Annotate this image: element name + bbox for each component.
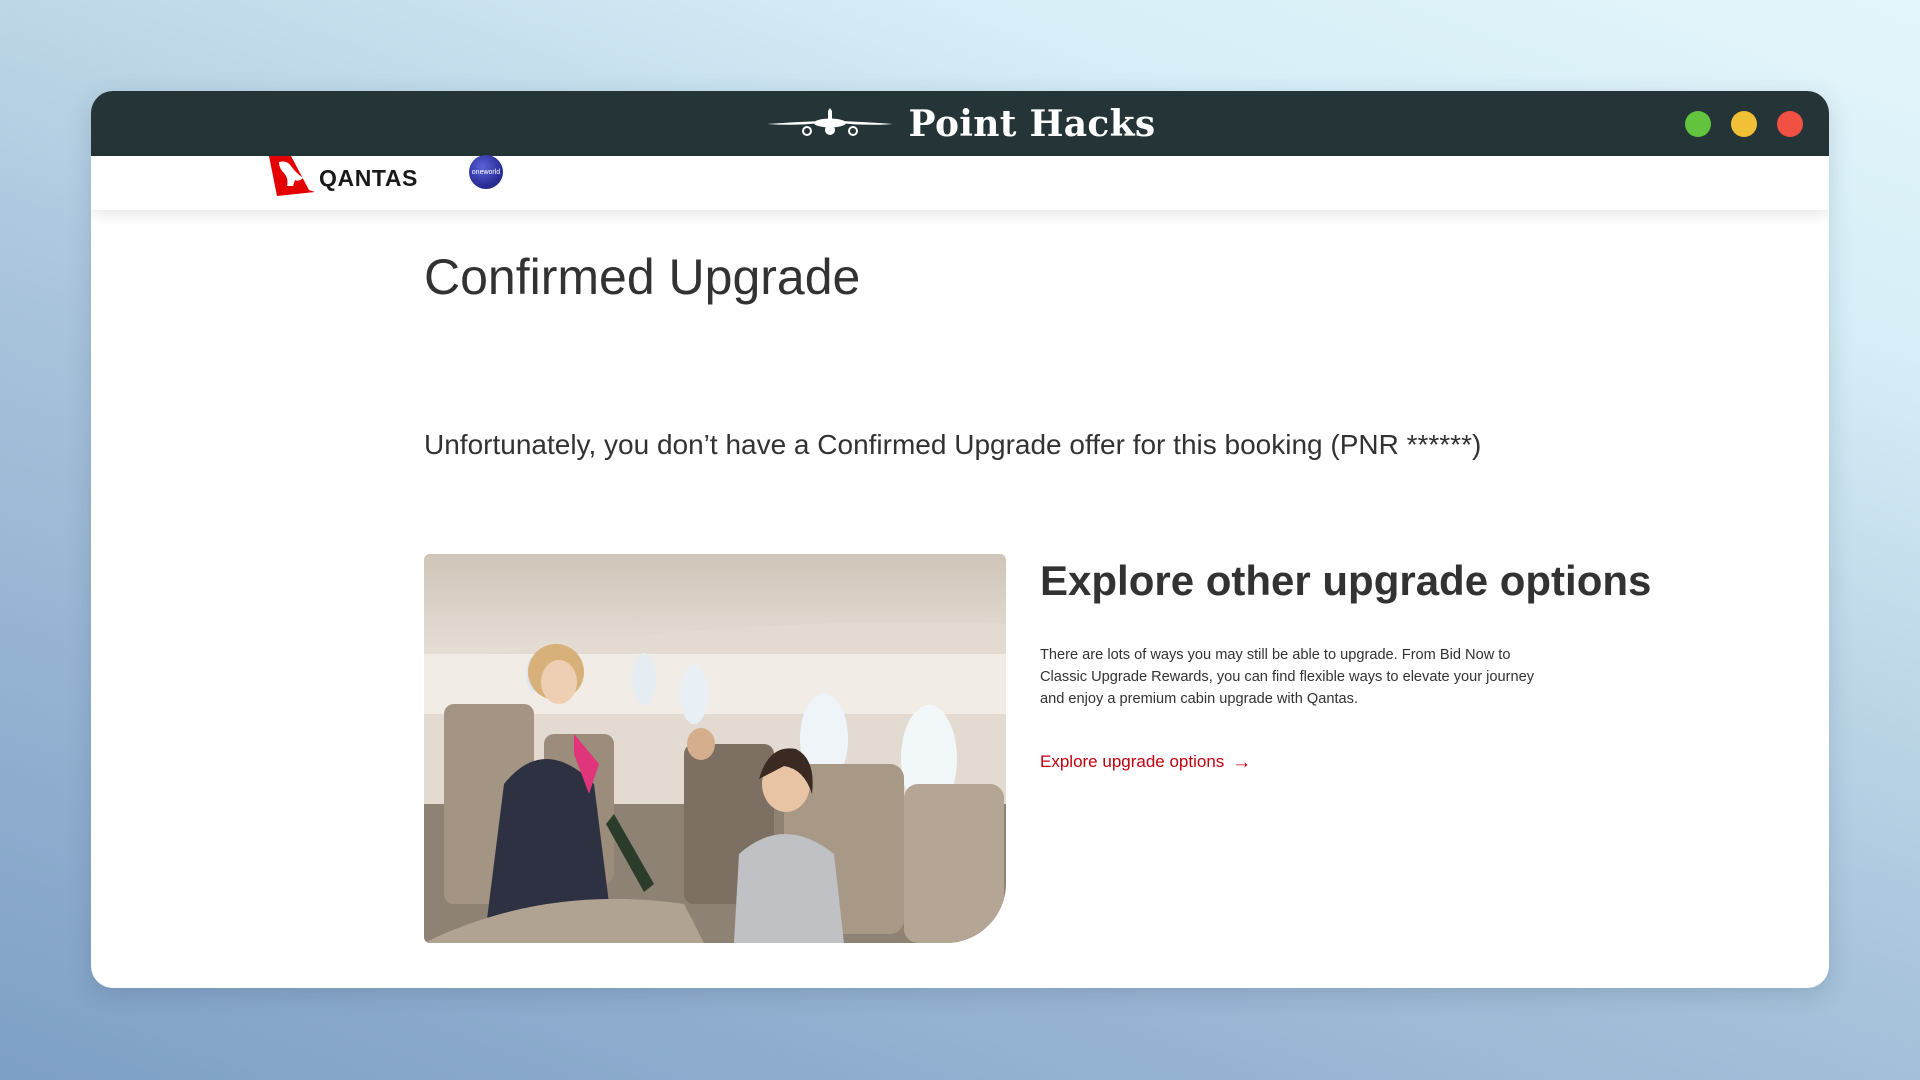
oneworld-badge: oneworld — [469, 155, 503, 189]
upgrade-notice: Unfortunately, you don’t have a Confirme… — [424, 429, 1482, 460]
title-bar: Point Hacks — [91, 91, 1829, 156]
brand-name: Point Hacks — [908, 102, 1156, 145]
site-header: QANTAS oneworld — [91, 155, 1829, 210]
page-title: Confirmed Upgrade — [424, 249, 861, 305]
yellow-window-control[interactable] — [1731, 111, 1757, 137]
qantas-logo[interactable]: QANTAS — [269, 156, 418, 200]
cabin-crew-photo — [424, 554, 1006, 943]
green-window-control[interactable] — [1685, 111, 1711, 137]
point-hacks-brand: Point Hacks — [91, 91, 1829, 156]
qantas-wordmark: QANTAS — [319, 164, 419, 191]
promo-description: There are lots of ways you may still be … — [1040, 647, 1534, 707]
promo-heading: Explore other upgrade options — [1040, 557, 1652, 604]
kangaroo-icon — [269, 156, 317, 200]
arrow-right-icon: → — [1232, 751, 1252, 773]
red-window-control[interactable] — [1777, 111, 1803, 137]
explore-upgrade-options-link[interactable]: Explore upgrade options → — [1040, 752, 1251, 772]
airplane-icon — [765, 106, 895, 142]
browser-window: Point Hacks QANTAS oneworld Confirmed Up… — [91, 91, 1829, 988]
link-label: Explore upgrade options — [1040, 752, 1225, 771]
window-controls — [1685, 111, 1803, 137]
